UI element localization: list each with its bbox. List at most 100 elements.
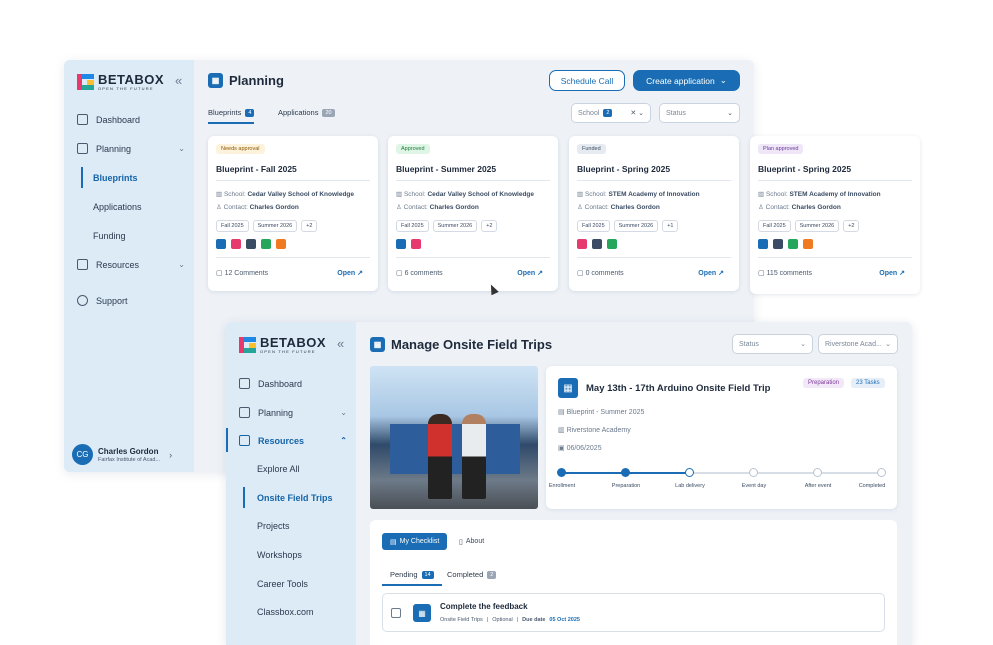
nav-dashboard-label: Dashboard [96,114,141,125]
flask-icon [803,239,813,249]
card-school: ▥ School: Cedar Valley School of Knowled… [396,191,535,198]
status-filter[interactable]: Status ⌄ [732,334,813,354]
card-title: Blueprint - Spring 2025 [577,164,671,174]
blueprint-card[interactable]: Needs approval Blueprint - Fall 2025 ▥ S… [208,136,378,291]
open-link[interactable]: Open ↗ [698,269,724,277]
external-link-icon: ↗ [718,270,724,277]
schedule-call-button[interactable]: Schedule Call [549,70,625,91]
user-profile[interactable]: CG Charles Gordon Fairfax Institute of A… [72,444,172,465]
status-filter-label: Status [739,340,759,348]
trip-school-text: Riverstone Academy [566,427,631,434]
nav-resources-label: Resources [96,259,140,270]
term-pill: Summer 2026 [432,220,478,232]
divider [396,257,550,258]
subtab-pending[interactable]: Pending 14 [382,570,442,586]
subnav-explore-all[interactable]: Explore All [257,464,300,474]
subtab-completed[interactable]: Completed 2 [447,570,497,584]
contact-label: Contact: [403,204,428,211]
school-filter[interactable]: Riverstone Acad... ⌄ [818,334,898,354]
collapse-sidebar-icon[interactable]: « [175,73,182,88]
open-link[interactable]: Open ↗ [337,269,363,277]
contact-name: Charles Gordon [610,204,660,211]
subtab-pending-count: 14 [421,570,434,579]
subnav-blueprints[interactable]: Blueprints [93,173,138,183]
tab-my-checklist[interactable]: ▤ My Checklist [382,533,448,550]
subnav-projects[interactable]: Projects [257,521,290,531]
open-link[interactable]: Open ↗ [879,269,905,277]
task-optional: Optional [492,617,513,623]
card-school: ▥ School: STEM Academy of Innovation [758,191,881,198]
page-title: ▦ Manage Onsite Field Trips [370,337,552,352]
task-category: Onsite Field Trips [440,617,483,623]
term-pill: Fall 2025 [216,220,249,232]
subnav-funding[interactable]: Funding [93,231,126,241]
trip-card[interactable]: ▦ May 13th - 17th Arduino Onsite Field T… [546,366,897,509]
comments-text: 6 comments [404,270,443,277]
comments-text: 12 Comments [224,270,269,277]
active-indicator [226,428,228,452]
task-row[interactable]: ▦ Complete the feedback Onsite Field Tri… [382,593,885,632]
task-title: Complete the feedback [440,602,528,611]
task-checkbox[interactable] [391,608,401,618]
checklist-icon: ▤ [390,538,397,546]
contact-label: Contact: [765,204,790,211]
subnav-workshops[interactable]: Workshops [257,550,302,560]
nav-resources-label: Resources [258,435,305,446]
blueprint-card[interactable]: Plan approved Blueprint - Spring 2025 ▥ … [750,136,920,294]
step-label: Preparation [611,483,641,489]
flask-icon [276,239,286,249]
comments-count[interactable]: ▢ 6 comments [396,269,443,277]
chat-icon [77,295,88,306]
nav-dashboard[interactable]: Dashboard [239,378,302,389]
collapse-sidebar-icon[interactable]: « [337,336,344,351]
comments-count[interactable]: ▢ 115 comments [758,269,812,277]
tab-applications[interactable]: Applications 20 [278,108,335,122]
nav-resources[interactable]: Resources ⌃ [239,435,347,446]
term-pill: +2 [481,220,498,232]
open-link[interactable]: Open ↗ [517,269,543,277]
tab-about[interactable]: ▯ About [459,533,484,550]
create-application-button[interactable]: Create application ⌄ [633,70,740,91]
nav-planning[interactable]: Planning ⌄ [239,407,347,418]
status-filter[interactable]: Status ⌄ [659,103,740,123]
nav-dashboard[interactable]: Dashboard [77,114,140,125]
nav-planning[interactable]: Planning ⌄ [77,143,185,154]
page-title-text: Manage Onsite Field Trips [391,337,553,352]
step-dot [749,468,758,477]
subnav-onsite-field-trips[interactable]: Onsite Field Trips [257,493,333,503]
field-trip-photo [370,366,538,509]
subnav-applications[interactable]: Applications [93,202,142,212]
term-pill: +2 [843,220,860,232]
card-title: Blueprint - Summer 2025 [396,164,497,174]
chevron-right-icon: › [169,449,173,460]
leaf-icon [607,239,617,249]
card-school: ▥ School: Cedar Valley School of Knowled… [216,191,355,198]
subnav-classbox[interactable]: Classbox.com [257,607,314,617]
clear-close-icon[interactable]: ✕ ⌄ [630,109,644,117]
subtab-completed-label: Completed [447,570,484,579]
blueprint-card[interactable]: Approved Blueprint - Summer 2025 ▥ Schoo… [388,136,558,291]
comments-count[interactable]: ▢ 12 Comments [216,269,268,277]
school-filter-count: 2 [603,109,613,117]
person-shape [428,414,452,499]
trip-blueprint-text: Blueprint - Summer 2025 [566,409,645,416]
grid-icon [77,114,88,125]
step-dot [685,468,694,477]
subnav-career-tools[interactable]: Career Tools [257,579,308,589]
leaf-icon [788,239,798,249]
tab-blueprints[interactable]: Blueprints 4 [208,108,255,124]
leaf-icon [261,239,271,249]
map-icon: ▦ [208,73,223,88]
nav-support-label: Support [96,295,128,306]
nav-support[interactable]: Support [77,295,128,306]
logo-tagline: OPEN THE FUTURE [260,349,316,354]
trip-title: May 13th - 17th Arduino Onsite Field Tri… [586,382,771,394]
user-org: Fairfax Institute of Acad... [98,456,161,463]
blueprint-card[interactable]: Funded Blueprint - Spring 2025 ▥ School:… [569,136,739,291]
external-link-icon: ↗ [537,270,543,277]
comments-count[interactable]: ▢ 0 comments [577,269,624,277]
active-indicator [243,487,245,508]
nav-resources[interactable]: Resources ⌄ [77,259,185,270]
card-title: Blueprint - Fall 2025 [216,164,297,174]
school-filter[interactable]: School 2 ✕ ⌄ [571,103,651,123]
